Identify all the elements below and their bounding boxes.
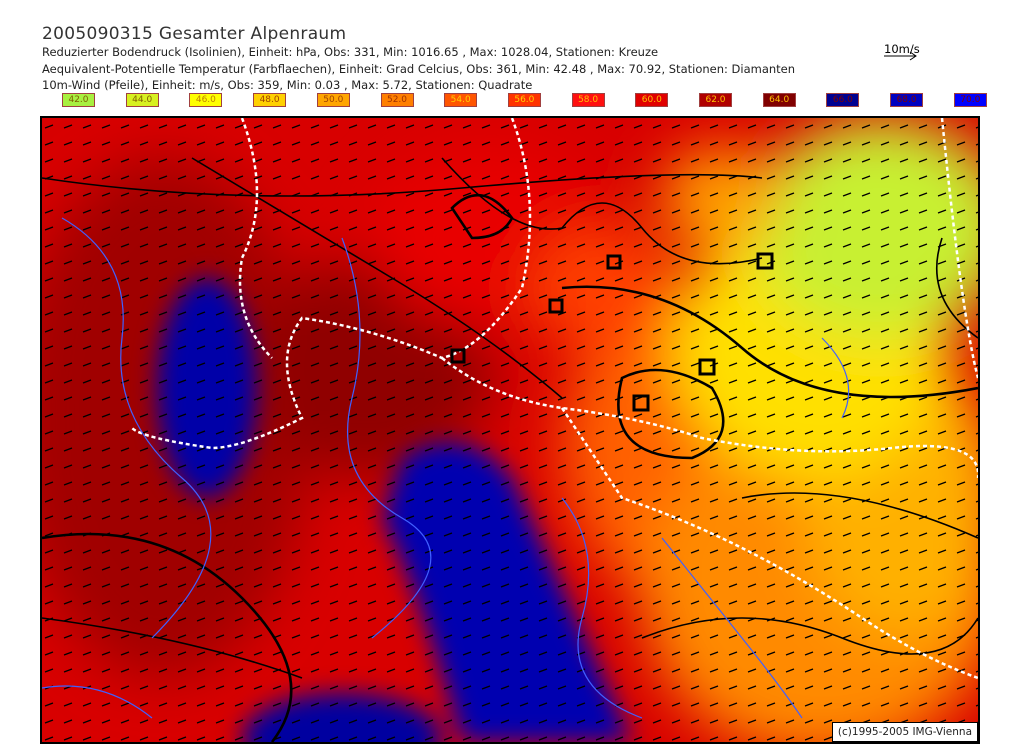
legend-item: 66.0 bbox=[826, 93, 860, 107]
wind-scale-arrow-icon bbox=[884, 51, 917, 61]
legend-item: 64.0 bbox=[762, 93, 796, 107]
legend-item: 68.0 bbox=[890, 93, 924, 107]
temperature-info: Aequivalent-Potentielle Temperatur (Farb… bbox=[42, 62, 796, 76]
legend-item: 44.0 bbox=[125, 93, 159, 107]
weather-map[interactable]: (c)1995-2005 IMG-Vienna bbox=[40, 116, 980, 744]
legend-item: 56.0 bbox=[507, 93, 541, 107]
legend-item: 52.0 bbox=[380, 93, 414, 107]
pressure-info: Reduzierter Bodendruck (Isolinien), Einh… bbox=[42, 45, 659, 59]
map-title: 2005090315 Gesamter Alpenraum bbox=[42, 24, 347, 44]
wind-info: 10m-Wind (Pfeile), Einheit: m/s, Obs: 35… bbox=[42, 78, 533, 92]
legend-item: 50.0 bbox=[316, 93, 350, 107]
legend-item: 58.0 bbox=[571, 93, 605, 107]
copyright-label: (c)1995-2005 IMG-Vienna bbox=[831, 722, 978, 742]
legend-item: 62.0 bbox=[699, 93, 732, 107]
legend-item: 42.0 bbox=[62, 93, 95, 107]
legend-item: 46.0 bbox=[189, 93, 223, 107]
legend-item: 54.0 bbox=[444, 93, 478, 107]
legend-item: 48.0 bbox=[253, 93, 287, 107]
legend-item: 70.0 bbox=[953, 93, 987, 107]
legend-item: 60.0 bbox=[635, 93, 669, 107]
